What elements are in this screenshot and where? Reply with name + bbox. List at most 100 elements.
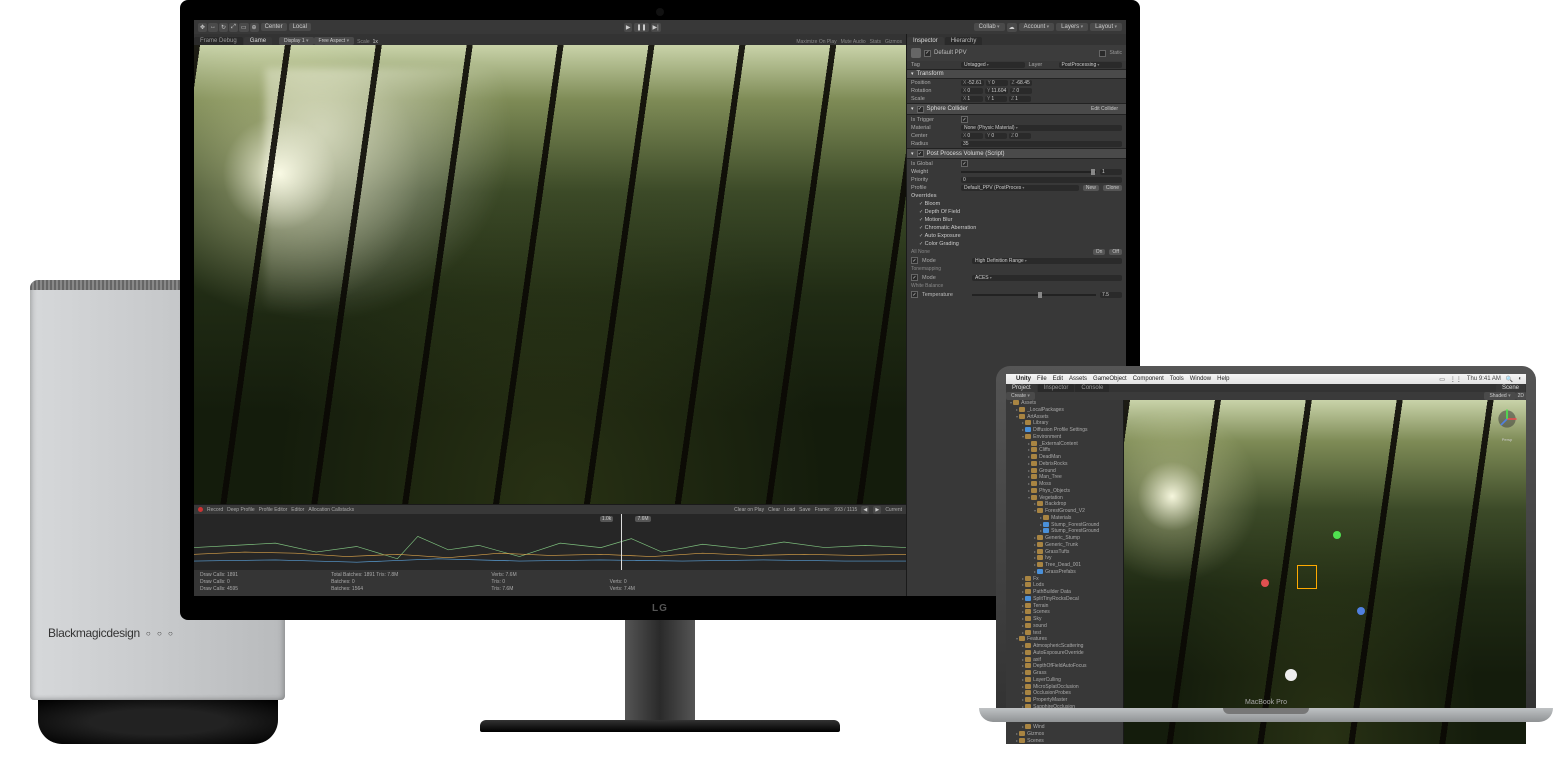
create-dropdown[interactable]: Create (1006, 392, 1035, 400)
rotation-z-field[interactable]: Z0 (1010, 88, 1032, 94)
tree-item-sound[interactable]: sound (1006, 623, 1123, 630)
rotate-tool-button[interactable]: ↻ (219, 23, 228, 32)
layout-dropdown[interactable]: Layout (1090, 23, 1122, 31)
position-y-field[interactable]: Y0 (986, 80, 1008, 86)
edit-collider-button[interactable]: Edit Collider (1087, 105, 1122, 113)
tree-item-wind[interactable]: Wind (1006, 724, 1123, 731)
profile-field[interactable]: Default_PPV (PostProces (961, 185, 1079, 191)
override-item-bloom[interactable]: Bloom (907, 200, 1126, 208)
priority-field[interactable]: 0 (961, 177, 1122, 183)
menu-help[interactable]: Help (1217, 376, 1229, 382)
menu-tools[interactable]: Tools (1170, 376, 1184, 382)
position-x-field[interactable]: X-52.61 (961, 80, 984, 86)
scale-x-field[interactable]: X1 (961, 96, 983, 102)
tab-frame-debug[interactable]: Frame Debug (194, 37, 243, 45)
cloud-button[interactable]: ☁ (1007, 23, 1017, 32)
tree-item-man-tree[interactable]: Man_Tree (1006, 474, 1123, 481)
tm-mode-override-checkbox[interactable] (911, 274, 918, 281)
space-toggle[interactable]: Local (289, 23, 311, 31)
temperature-value[interactable]: 7.5 (1100, 292, 1122, 298)
menu-gameobject[interactable]: GameObject (1093, 376, 1127, 382)
aspect-dropdown[interactable]: Free Aspect (314, 37, 355, 45)
sphere-collider-enabled[interactable] (917, 106, 924, 113)
scene-light-probe[interactable] (1285, 669, 1297, 681)
transform-component-header[interactable]: Transform (907, 69, 1126, 79)
tree-item--localpackages[interactable]: _LocalPackages (1006, 407, 1123, 414)
pause-button[interactable]: ❚❚ (634, 23, 648, 32)
tree-item-deadman[interactable]: DeadMan (1006, 454, 1123, 461)
app-name-label[interactable]: Unity (1016, 376, 1031, 382)
gameobject-icon[interactable] (911, 48, 921, 58)
tag-dropdown[interactable]: Untagged (961, 62, 1025, 68)
profile-clone-button[interactable]: Clone (1103, 185, 1122, 191)
scene-gizmo-green[interactable] (1333, 531, 1341, 539)
tree-item-vegetation[interactable]: Vegetation (1006, 495, 1123, 502)
tree-item-scenes[interactable]: Scenes (1006, 738, 1123, 745)
clear-button[interactable]: Clear (768, 507, 780, 513)
scale-tool-button[interactable]: ⤢ (229, 23, 238, 32)
battery-icon[interactable]: ▭ (1439, 376, 1445, 383)
profiler-playhead[interactable] (621, 514, 622, 570)
hand-tool-button[interactable]: ✥ (198, 23, 207, 32)
scale-y-field[interactable]: Y1 (985, 96, 1007, 102)
2d-toggle[interactable]: 2D (1516, 392, 1526, 400)
static-checkbox[interactable] (1099, 50, 1106, 57)
tree-item-terrain[interactable]: Terrain (1006, 603, 1123, 610)
wifi-icon[interactable]: ⋮⋮ (1450, 376, 1462, 383)
tree-item-splittinyrocksdecal[interactable]: SplitTinyRocksDecal (1006, 596, 1123, 603)
tree-item-atmosphericscattering[interactable]: AtmosphericScattering (1006, 643, 1123, 650)
tree-item-generic-stump[interactable]: Generic_Stump (1006, 535, 1123, 542)
step-button[interactable]: ▶| (651, 23, 661, 32)
tree-item-autoexposureoverride[interactable]: AutoExposureOverride (1006, 650, 1123, 657)
gameobject-name-field[interactable]: Default PPV (934, 50, 967, 56)
tab-console[interactable]: Console (1075, 384, 1109, 392)
tree-item-propertymaster[interactable]: PropertyMaster (1006, 697, 1123, 704)
override-item-auto-exposure[interactable]: Auto Exposure (907, 232, 1126, 240)
override-on-button[interactable]: On (1093, 249, 1106, 255)
scene-gizmo-blue[interactable] (1357, 607, 1365, 615)
tree-item-ground[interactable]: Ground (1006, 468, 1123, 475)
override-off-button[interactable]: Off (1109, 249, 1122, 255)
mode-override-checkbox[interactable] (911, 257, 918, 264)
tree-item-occlusionprobes[interactable]: OcclusionProbes (1006, 690, 1123, 697)
tree-item-features[interactable]: Features (1006, 636, 1123, 643)
override-item-motion-blur[interactable]: Motion Blur (907, 216, 1126, 224)
menu-window[interactable]: Window (1190, 376, 1211, 382)
all-none-toggle[interactable]: All None (911, 249, 930, 255)
siri-icon[interactable]: ◐ (1518, 376, 1522, 383)
tree-item-depthoffieldautofocus[interactable]: DepthOfFieldAutoFocus (1006, 663, 1123, 670)
tree-item-grass[interactable]: Grass (1006, 670, 1123, 677)
center-y-field[interactable]: Y0 (985, 133, 1007, 139)
tree-item-grassprefabs[interactable]: GrassPrefabs (1006, 569, 1123, 576)
collab-dropdown[interactable]: Collab (974, 23, 1005, 31)
tree-item-environment[interactable]: Environment (1006, 434, 1123, 441)
tree-item-debrisrocks[interactable]: DebrisRocks (1006, 461, 1123, 468)
tm-mode-dropdown[interactable]: ACES (972, 275, 1122, 281)
layer-dropdown[interactable]: PostProcessing (1059, 62, 1123, 68)
scene-gizmo-red[interactable] (1261, 579, 1269, 587)
frame-next-button[interactable]: ▶ (873, 506, 881, 514)
radius-field[interactable]: 35 (961, 141, 1122, 147)
center-x-field[interactable]: X0 (961, 133, 983, 139)
tree-item-forestground-v2[interactable]: ForestGround_V2 (1006, 508, 1123, 515)
is-global-checkbox[interactable] (961, 160, 968, 167)
tree-item-test[interactable]: test (1006, 630, 1123, 637)
tree-item-cliffs[interactable]: Cliffs (1006, 447, 1123, 454)
tree-item-artassets[interactable]: ArtAssets (1006, 414, 1123, 421)
project-tree[interactable]: Assets_LocalPackagesArtAssetsLibraryDiff… (1006, 400, 1123, 744)
center-z-field[interactable]: Z0 (1009, 133, 1031, 139)
tree-item-microsplatocclusion[interactable]: MicroSplatOcclusion (1006, 684, 1123, 691)
tree-item-diffusion-profile-settings[interactable]: Diffusion Profile Settings (1006, 427, 1123, 434)
layers-dropdown[interactable]: Layers (1056, 23, 1088, 31)
shaded-dropdown[interactable]: Shaded (1484, 392, 1515, 400)
tab-inspector[interactable]: Inspector (907, 37, 944, 45)
persp-label[interactable]: Persp (1494, 437, 1520, 442)
tree-item-phys-objects[interactable]: Phys_Objects (1006, 488, 1123, 495)
tree-item-layerculling[interactable]: LayerCulling (1006, 677, 1123, 684)
tree-item-gizmos[interactable]: Gizmos (1006, 731, 1123, 738)
weight-value[interactable]: 1 (1100, 169, 1122, 175)
menu-edit[interactable]: Edit (1053, 376, 1063, 382)
tree-item-assets[interactable]: Assets (1006, 400, 1123, 407)
tab-hierarchy[interactable]: Hierarchy (945, 37, 983, 45)
profile-new-button[interactable]: New (1083, 185, 1099, 191)
